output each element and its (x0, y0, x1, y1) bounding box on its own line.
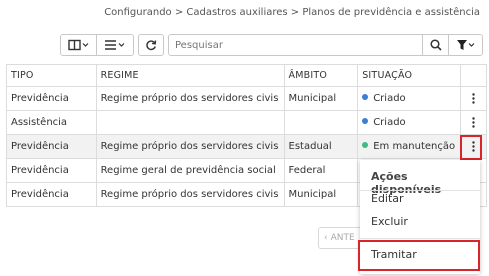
search-icon (429, 39, 442, 51)
table-row[interactable]: Previdência Regime próprio dos servidore… (6, 134, 487, 159)
cell-situacao: Criado (357, 86, 462, 111)
row-actions-button[interactable] (467, 114, 481, 132)
status-dot (362, 118, 369, 124)
cell-ambito (283, 110, 359, 135)
cell-regime: Regime próprio dos servidores civis (95, 134, 285, 159)
kebab-icon (472, 117, 475, 128)
kebab-icon (472, 93, 475, 104)
status-label: Em manutenção (373, 141, 456, 152)
table-row[interactable]: Assistência Criado (6, 110, 487, 135)
cell-ambito: Federal (283, 158, 359, 183)
breadcrumb: Configurando > Cadastros auxiliares > Pl… (104, 7, 480, 18)
header-situacao[interactable]: SITUAÇÃO (357, 64, 462, 87)
header-ambito[interactable]: ÂMBITO (283, 64, 359, 87)
cell-tipo: Previdência (6, 86, 97, 111)
cell-tipo: Previdência (6, 182, 97, 207)
header-tipo[interactable]: TIPO (6, 64, 97, 87)
menu-item-excluir[interactable]: Excluir (371, 215, 408, 228)
list-icon (105, 40, 125, 50)
table-header-row: TIPO REGIME ÂMBITO SITUAÇÃO (6, 64, 487, 87)
cell-tipo: Previdência (6, 134, 97, 159)
status-label: Criado (373, 117, 406, 128)
status-dot (362, 94, 369, 100)
highlight-kebab-box (460, 135, 482, 160)
list-options-button[interactable] (97, 35, 133, 55)
cell-situacao: Em manutenção (357, 134, 462, 159)
cell-ambito: Municipal (283, 86, 359, 111)
highlight-tramitar-box (358, 240, 480, 271)
previous-page-label: ANTE (330, 233, 355, 243)
columns-toggle-button[interactable] (61, 35, 97, 55)
view-button-group (60, 34, 134, 56)
cell-ambito: Estadual (283, 134, 359, 159)
cell-regime: Regime geral de previdência social (95, 158, 285, 183)
refresh-button[interactable] (138, 34, 164, 56)
menu-item-editar[interactable]: Editar (371, 192, 404, 205)
menu-divider (360, 190, 480, 191)
search-button[interactable] (422, 35, 448, 55)
row-actions-button[interactable] (467, 90, 481, 108)
status-dot (362, 142, 369, 148)
status-label: Criado (373, 93, 406, 104)
header-regime[interactable]: REGIME (95, 64, 285, 87)
filter-icon (456, 40, 474, 50)
search-input[interactable] (169, 35, 422, 55)
search-bar (168, 34, 483, 56)
cell-tipo: Assistência (6, 110, 97, 135)
toolbar (60, 34, 483, 56)
cell-situacao: Criado (357, 110, 462, 135)
columns-icon (67, 39, 88, 51)
cell-tipo: Previdência (6, 158, 97, 183)
menu-divider (360, 238, 480, 239)
table-row[interactable]: Previdência Regime próprio dos servidore… (6, 86, 487, 111)
filter-button[interactable] (448, 35, 482, 55)
cell-ambito: Municipal (283, 182, 359, 207)
cell-regime: Regime próprio dos servidores civis (95, 86, 285, 111)
cell-regime (95, 110, 285, 135)
cell-regime: Regime próprio dos servidores civis (95, 182, 285, 207)
chevron-left-icon: ‹ (324, 233, 328, 243)
header-actions (460, 64, 487, 87)
refresh-icon (146, 40, 157, 51)
